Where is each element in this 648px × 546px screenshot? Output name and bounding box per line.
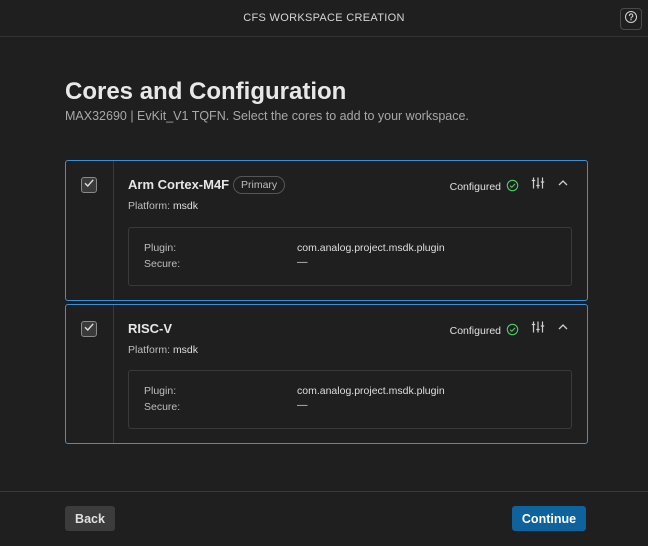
- checkbox-column: [66, 305, 114, 443]
- plugin-label: Plugin:: [144, 242, 177, 254]
- checkmark-icon: [83, 176, 95, 194]
- window-title: CFS WORKSPACE CREATION: [243, 12, 405, 24]
- status-indicator: Configured: [450, 323, 519, 339]
- platform-info: Platform: msdk: [128, 344, 198, 356]
- plugin-label: Plugin:: [144, 385, 177, 397]
- status-text: Configured: [449, 181, 501, 193]
- sliders-icon: [531, 176, 545, 195]
- collapse-button[interactable]: [555, 177, 571, 193]
- configure-button[interactable]: [530, 321, 546, 337]
- plugin-value: com.analog.project.msdk.plugin: [297, 385, 445, 397]
- platform-info: Platform: msdk: [128, 200, 198, 212]
- footer: Back Continue: [0, 491, 648, 546]
- secure-label: Secure:: [144, 401, 181, 413]
- checkmark-icon: [83, 320, 95, 338]
- core-checkbox[interactable]: [81, 321, 97, 337]
- page-title: Cores and Configuration: [65, 78, 347, 105]
- secure-value: —: [297, 256, 308, 268]
- collapse-button[interactable]: [555, 321, 571, 337]
- help-circle-icon: [624, 10, 638, 29]
- platform-value: msdk: [172, 344, 199, 356]
- platform-value: msdk: [172, 200, 199, 212]
- page-subtitle: MAX32690 | EvKit_V1 TQFN. Select the cor…: [65, 109, 469, 123]
- sliders-icon: [531, 320, 545, 339]
- secure-value: —: [297, 399, 308, 411]
- chevron-up-icon: [556, 176, 570, 195]
- back-button[interactable]: Back: [65, 506, 115, 531]
- core-details: Plugin: com.analog.project.msdk.plugin S…: [128, 370, 572, 429]
- status-text: Configured: [449, 325, 501, 337]
- configure-button[interactable]: [530, 177, 546, 193]
- help-button[interactable]: [620, 8, 642, 30]
- title-bar: CFS WORKSPACE CREATION: [0, 0, 648, 37]
- check-circle-icon: [506, 179, 519, 195]
- core-name: RISC-V: [128, 321, 173, 336]
- core-name: Arm Cortex-M4F: [128, 177, 230, 192]
- primary-badge: Primary: [233, 176, 286, 194]
- continue-button[interactable]: Continue: [512, 506, 586, 531]
- platform-label: Platform:: [128, 200, 171, 212]
- core-details: Plugin: com.analog.project.msdk.plugin S…: [128, 227, 572, 286]
- core-card-risc-v: RISC-V Platform: msdk Configured Plugin:…: [65, 304, 588, 444]
- checkbox-column: [66, 161, 114, 300]
- platform-label: Platform:: [128, 344, 171, 356]
- status-indicator: Configured: [450, 179, 519, 195]
- chevron-up-icon: [556, 320, 570, 339]
- plugin-value: com.analog.project.msdk.plugin: [297, 242, 445, 254]
- core-checkbox[interactable]: [81, 177, 97, 193]
- check-circle-icon: [506, 323, 519, 339]
- core-card-arm-cortex-m4f: Arm Cortex-M4F Primary Platform: msdk Co…: [65, 160, 588, 301]
- secure-label: Secure:: [144, 258, 181, 270]
